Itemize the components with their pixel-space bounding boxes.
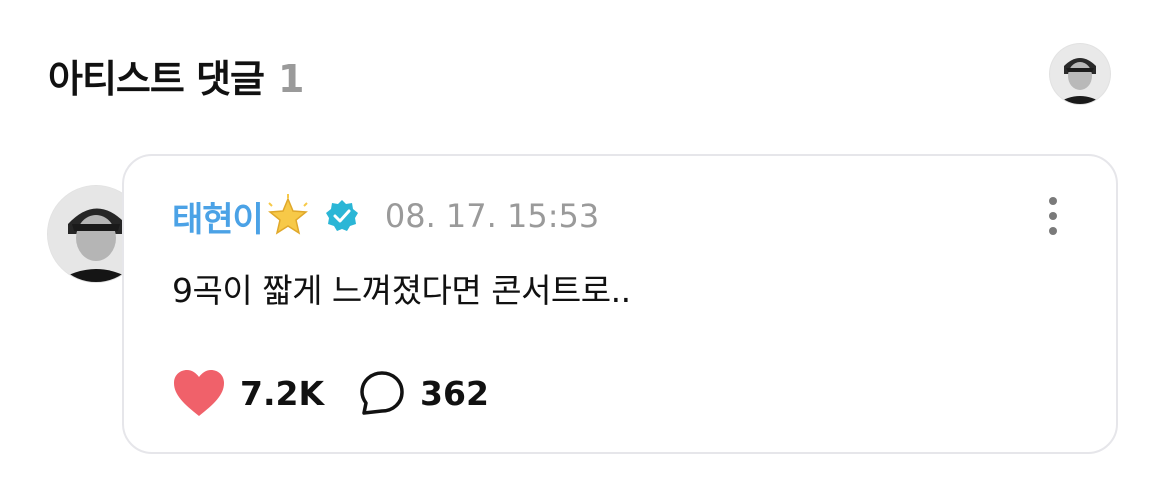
reply-button[interactable]: 362 xyxy=(358,369,489,417)
like-count: 7.2K xyxy=(240,373,325,413)
verified-badge-icon xyxy=(325,200,358,231)
comment-card: 태현이 08. 17. 15:53 9곡이 짧게 느껴졌다면 콘서트로.. 7.… xyxy=(122,154,1118,454)
section-header: 아티스트 댓글 1 xyxy=(48,48,304,103)
artist-avatar[interactable] xyxy=(1050,44,1110,104)
heart-icon xyxy=(174,370,224,416)
comment-meta: 태현이 08. 17. 15:53 xyxy=(172,192,599,240)
reply-count: 362 xyxy=(420,373,489,413)
comment-timestamp: 08. 17. 15:53 xyxy=(384,197,600,235)
comment-count: 1 xyxy=(278,57,305,101)
section-title: 아티스트 댓글 xyxy=(48,57,265,101)
speech-bubble-icon xyxy=(360,371,404,415)
like-button[interactable]: 7.2K xyxy=(172,368,324,418)
comment-body: 9곡이 짧게 느껴졌다면 콘서트로.. xyxy=(172,271,631,310)
comment-username[interactable]: 태현이 xyxy=(172,192,264,241)
avatar-image xyxy=(1050,44,1110,104)
artist-comments-section: 아티스트 댓글 1 태현이 08. 17. 15:53 9곡이 짧게 느껴졌다면… xyxy=(0,0,1170,492)
comment-actions: 7.2K 362 xyxy=(172,366,489,420)
more-vertical-icon[interactable] xyxy=(1046,196,1060,236)
glowing-star-icon xyxy=(267,194,308,235)
